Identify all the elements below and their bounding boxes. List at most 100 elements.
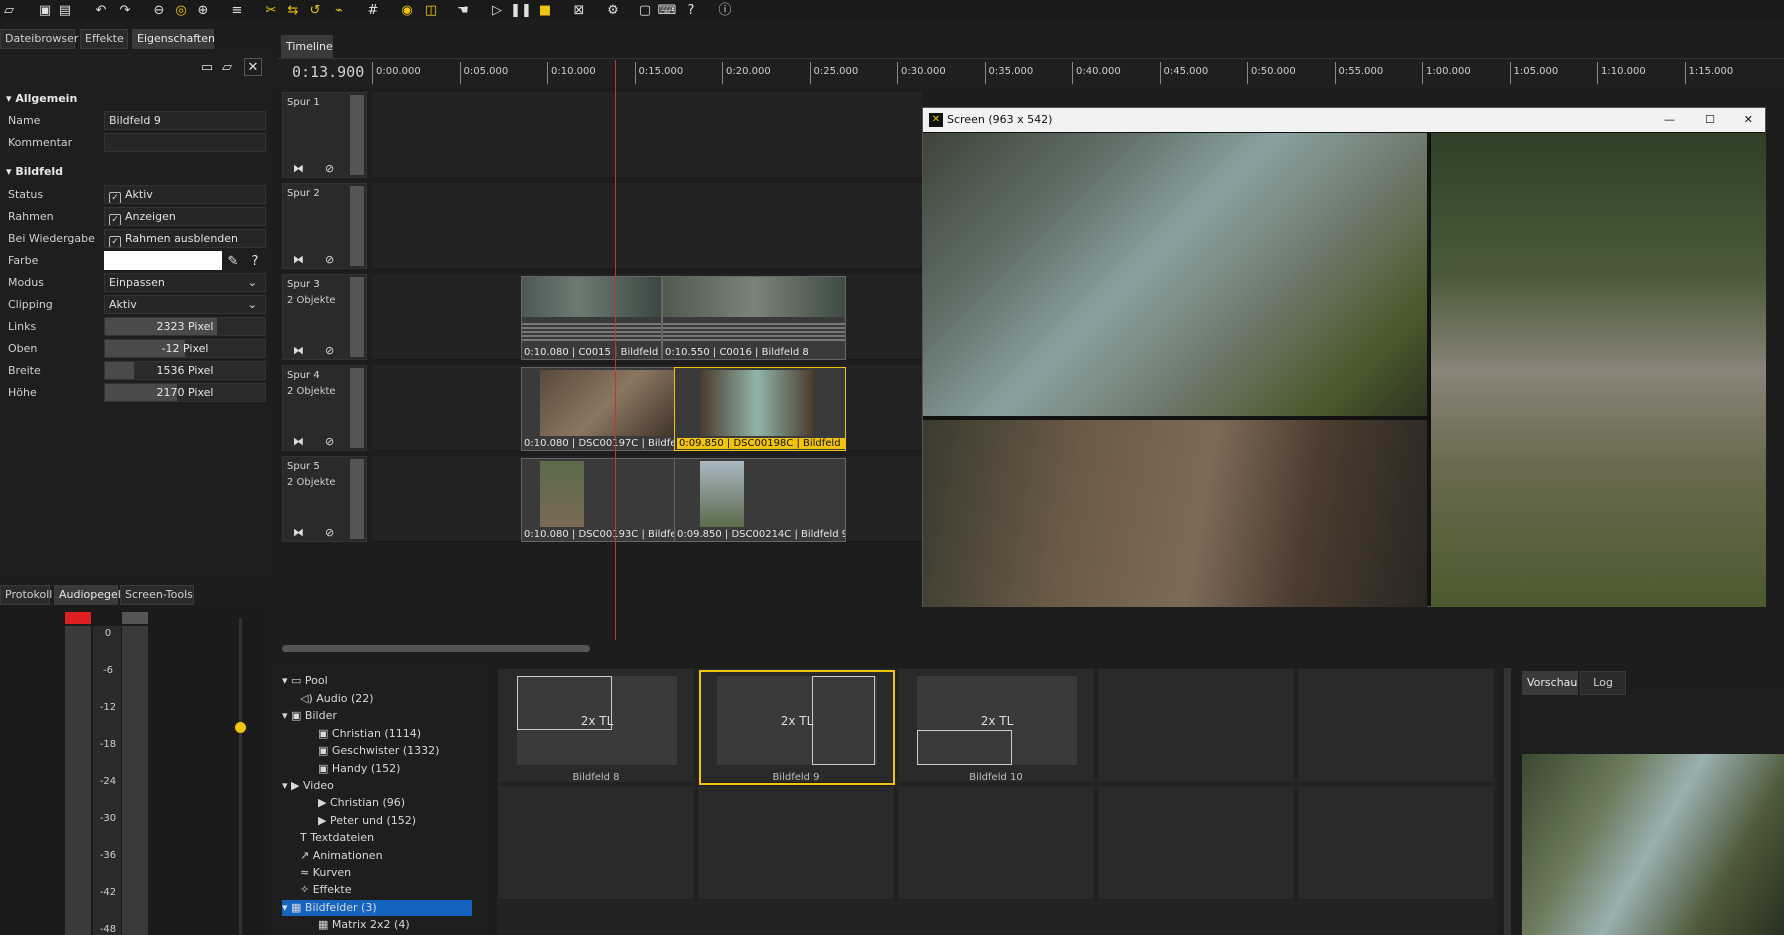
playhead[interactable] xyxy=(615,60,616,640)
top-slider[interactable]: -12 Pixel xyxy=(104,339,266,358)
cut-icon[interactable]: ✂ xyxy=(262,1,280,19)
help-icon[interactable]: ? xyxy=(246,252,264,270)
close-box-icon[interactable]: ⊠ xyxy=(570,1,588,19)
track-header[interactable]: Spur 3 2 Objekte ⧓ ⊘ xyxy=(282,274,367,360)
pool-cell[interactable] xyxy=(697,785,895,900)
split-icon[interactable]: ⧓ xyxy=(293,526,304,539)
split-icon[interactable]: ⧓ xyxy=(293,344,304,357)
pool-item[interactable]: ▾ ▦ Bildfelder (3) xyxy=(282,899,472,916)
pool-item[interactable]: ▣ Christian (1114) xyxy=(318,726,421,742)
pool-item[interactable]: ▶ Christian (96) xyxy=(318,795,405,811)
tab-audiopegel[interactable]: Audiopegel xyxy=(54,585,121,605)
hand-icon[interactable]: ☚ xyxy=(454,1,472,19)
bildfeld-thumbnail[interactable]: 2x TL xyxy=(517,676,677,765)
tab-log[interactable]: Log xyxy=(1580,671,1626,695)
mute-icon[interactable]: ⊘ xyxy=(325,435,334,448)
pool-scrollbar[interactable] xyxy=(1504,668,1511,935)
pool-item[interactable]: ≈ Kurven xyxy=(300,865,351,881)
zoom-out-icon[interactable]: ⊖ xyxy=(150,1,168,19)
clipping-select[interactable]: Aktiv ⌄ xyxy=(104,295,266,314)
left-slider[interactable]: 2323 Pixel xyxy=(104,317,266,336)
timeline-scrollbar[interactable] xyxy=(282,645,590,652)
track-lane[interactable] xyxy=(372,92,922,178)
chat-icon[interactable]: ▢ xyxy=(636,1,654,19)
height-slider[interactable]: 2170 Pixel xyxy=(104,383,266,402)
pool-item[interactable]: ▣ Geschwister (1332) xyxy=(318,743,439,759)
redo-icon[interactable]: ↷ xyxy=(116,1,134,19)
marker-icon[interactable]: ◫ xyxy=(422,1,440,19)
volume-slider-handle[interactable] xyxy=(235,722,246,733)
undo-icon[interactable]: ↶ xyxy=(92,1,110,19)
play-icon[interactable]: ▷ xyxy=(488,1,506,19)
eyedropper-icon[interactable]: ✎ xyxy=(224,252,242,270)
track-header[interactable]: Spur 1 ⧓ ⊘ xyxy=(282,92,367,178)
pool-item[interactable]: T Textdateien xyxy=(300,830,374,846)
bildfeld-thumbnail[interactable]: 2x TL xyxy=(917,676,1077,765)
loop-icon[interactable]: ↺ xyxy=(306,1,324,19)
name-field[interactable]: Bildfeld 9 xyxy=(104,111,266,130)
pause-icon[interactable]: ❚❚ xyxy=(510,1,532,19)
minimize-icon[interactable]: — xyxy=(1664,108,1675,132)
track-header[interactable]: Spur 5 2 Objekte ⧓ ⊘ xyxy=(282,456,367,542)
pool-item[interactable]: ▾ ▶ Video xyxy=(282,778,334,794)
zoom-target-icon[interactable]: ◎ xyxy=(172,1,190,19)
save-all-icon[interactable]: ▤ xyxy=(56,1,74,19)
keyboard-icon[interactable]: ⌨ xyxy=(658,1,677,19)
track-volume-bar[interactable] xyxy=(350,95,364,175)
pool-cell[interactable] xyxy=(1097,668,1295,783)
split-icon[interactable]: ⧓ xyxy=(293,435,304,448)
track-header[interactable]: Spur 2 ⧓ ⊘ xyxy=(282,183,367,269)
section-allgemein[interactable]: ▾ Allgemein xyxy=(0,89,266,109)
stop-icon[interactable]: ■ xyxy=(536,1,554,19)
close-icon[interactable]: ✕ xyxy=(1744,108,1753,132)
gear-icon[interactable]: ⚙ xyxy=(604,1,622,19)
comment-field[interactable] xyxy=(104,133,266,152)
volume-slider-track[interactable] xyxy=(239,618,242,935)
pool-item[interactable]: ▶ Peter und (152) xyxy=(318,813,416,829)
clip-track3-a[interactable]: 0:10.080 | C0015 | Bildfeld 8 xyxy=(521,276,662,360)
pool-item[interactable]: ✧ Effekte xyxy=(300,882,351,898)
track-header[interactable]: Spur 4 2 Objekte ⧓ ⊘ xyxy=(282,365,367,451)
track-lane[interactable] xyxy=(372,183,922,269)
pool-cell[interactable] xyxy=(897,785,1095,900)
track-volume-bar[interactable] xyxy=(350,368,364,448)
split-icon[interactable]: ⧓ xyxy=(293,162,304,175)
clip-track4-b[interactable]: 0:09.850 | DSC00198C | Bildfeld 10 xyxy=(674,367,846,451)
maximize-icon[interactable]: ☐ xyxy=(1705,108,1715,132)
width-slider[interactable]: 1536 Pixel xyxy=(104,361,266,380)
pool-cell[interactable] xyxy=(1297,785,1495,900)
frame-checkbox[interactable]: ✓ Anzeigen xyxy=(104,207,266,226)
list-icon[interactable]: ≡ xyxy=(228,1,246,19)
pool-item[interactable]: ▣ Handy (152) xyxy=(318,761,400,777)
mute-icon[interactable]: ⊘ xyxy=(325,344,334,357)
eye-icon[interactable]: ◉ xyxy=(398,1,416,19)
status-checkbox[interactable]: ✓ Aktiv xyxy=(104,185,266,204)
pool-root[interactable]: ▾ ▭ Pool xyxy=(282,673,328,689)
split-icon[interactable]: ⧓ xyxy=(293,253,304,266)
pool-item[interactable]: ◁) Audio (22) xyxy=(300,691,374,707)
help-icon[interactable]: ? xyxy=(682,1,700,19)
pool-cell[interactable] xyxy=(497,785,695,900)
track-volume-bar[interactable] xyxy=(350,277,364,357)
mute-icon[interactable]: ⊘ xyxy=(325,253,334,266)
tab-effekte[interactable]: Effekte xyxy=(80,29,128,49)
tab-protokoll[interactable]: Protokoll xyxy=(0,585,52,605)
pool-item[interactable]: ↗ Animationen xyxy=(300,848,383,864)
info-icon[interactable]: ⓘ xyxy=(716,1,734,19)
zoom-in-icon[interactable]: ⊕ xyxy=(194,1,212,19)
mode-select[interactable]: Einpassen ⌄ xyxy=(104,273,266,292)
clip-track4-a[interactable]: 0:10.080 | DSC00197C | Bildfeld xyxy=(521,367,675,451)
mute-icon[interactable]: ⊘ xyxy=(325,162,334,175)
save-icon[interactable]: ▣ xyxy=(36,1,54,19)
folder-icon[interactable]: ▭ xyxy=(198,58,216,76)
playback-checkbox[interactable]: ✓ Rahmen ausblenden xyxy=(104,229,266,248)
pool-item[interactable]: ▦ Matrix 2x2 (4) xyxy=(318,917,410,933)
folder-open-icon[interactable]: ▱ xyxy=(218,58,236,76)
pool-cell[interactable] xyxy=(1097,785,1295,900)
clip-track5-b[interactable]: 0:09.850 | DSC00214C | Bildfeld 9 xyxy=(674,458,846,542)
close-icon[interactable]: ✕ xyxy=(244,58,262,76)
bildfeld-thumbnail[interactable]: 2x TL xyxy=(717,676,877,765)
track-volume-bar[interactable] xyxy=(350,459,364,539)
mute-icon[interactable]: ⊘ xyxy=(325,526,334,539)
grid-icon[interactable]: # xyxy=(364,1,382,19)
